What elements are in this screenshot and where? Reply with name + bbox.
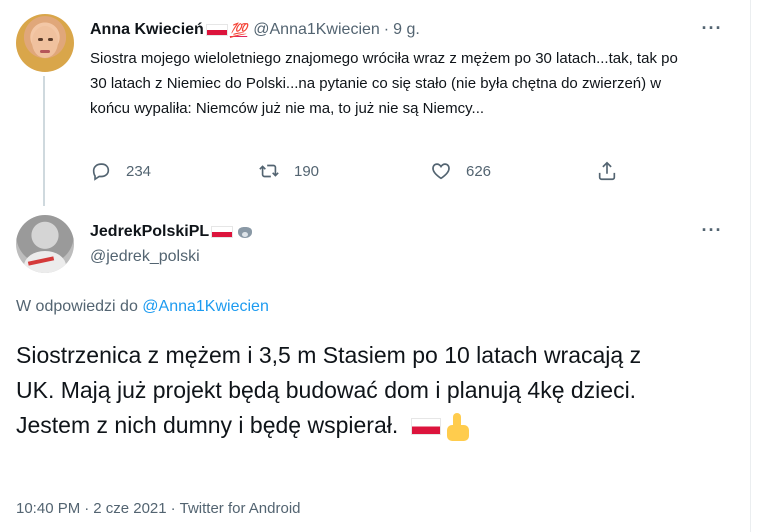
retweet-count: 190 [294,162,320,180]
avatar[interactable] [16,215,74,273]
reply-text-block: Siostrzenica z mężem i 3,5 m Stasiem po … [16,338,676,443]
in-reply-label: W odpowiedzi do [16,298,143,315]
wolf-icon [236,224,254,240]
author-handle[interactable]: @jedrek_polski [90,248,200,266]
poland-flag-icon [205,24,228,36]
in-reply-to: W odpowiedzi do @Anna1Kwiecien [16,298,269,316]
hundred-points-icon: 💯 [229,22,248,38]
separator: · [383,21,390,38]
tweet-header: Anna Kwiecień 💯 @Anna1Kwiecien · 9 g. [90,20,420,40]
tweet-text: Siostra mojego wieloletniego znajomego w… [90,50,678,117]
like-button[interactable]: 626 [430,160,491,182]
poland-flag-icon [211,226,234,238]
like-count: 626 [466,162,492,180]
author-name[interactable]: Anna Kwiecień [90,20,204,40]
reply-text: Siostrzenica z mężem i 3,5 m Stasiem po … [16,342,642,438]
reply-button[interactable]: 234 [90,160,151,182]
retweet-button[interactable]: 190 [258,160,319,182]
share-icon [598,161,616,181]
tweet-time[interactable]: 9 g. [393,20,420,40]
more-icon[interactable]: ··· [700,18,724,42]
scrollbar[interactable] [751,0,765,532]
tweet-time[interactable]: 10:40 PM [16,500,80,517]
author-name[interactable]: JedrekPolskiPL [90,222,209,242]
share-button[interactable] [596,160,618,182]
in-reply-handle-link[interactable]: @Anna1Kwiecien [142,298,269,315]
tweet-actions: 234 190 626 [90,160,650,186]
reply-author-row: JedrekPolskiPL [90,222,254,242]
reply-icon [92,163,110,181]
avatar[interactable] [16,14,74,72]
tweet-date[interactable]: 2 cze 2021 [93,500,166,517]
more-icon[interactable]: ··· [700,220,724,244]
tweet-meta: 10:40 PM · 2 cze 2021 · Twitter for Android [16,500,301,517]
tweet-source[interactable]: Twitter for Android [180,500,301,517]
thread-line [43,76,45,206]
thumbs-up-icon [444,411,476,443]
retweet-icon [259,164,279,178]
poland-flag-icon [410,418,441,436]
tweet-panel: Anna Kwiecień 💯 @Anna1Kwiecien · 9 g. ··… [0,0,750,532]
author-handle[interactable]: @Anna1Kwiecien [253,20,380,40]
reply-count: 234 [126,162,152,180]
heart-icon [432,163,450,180]
